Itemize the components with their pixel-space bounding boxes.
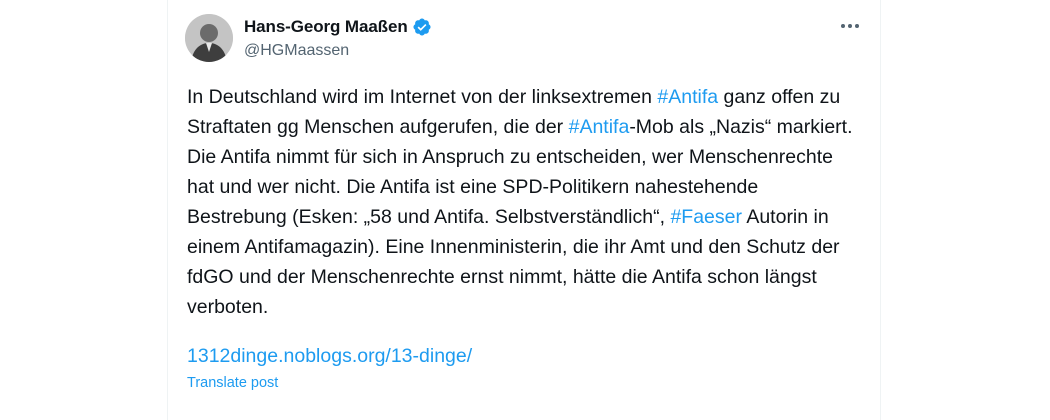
tweet-text: In Deutschland wird im Internet von der …: [187, 82, 857, 322]
more-horizontal-icon[interactable]: [838, 16, 862, 36]
author-display-name[interactable]: Hans-Georg Maaßen: [244, 17, 408, 37]
author-handle[interactable]: @HGMaassen: [244, 42, 349, 60]
hashtag-link[interactable]: #Antifa: [657, 86, 718, 108]
avatar[interactable]: [185, 14, 233, 62]
translate-post-link[interactable]: Translate post: [187, 373, 278, 393]
tweet-card: Hans-Georg Maaßen @HGMaassen In Deutschl…: [167, 0, 881, 420]
tweet-text-segment: In Deutschland wird im Internet von der …: [187, 86, 658, 108]
hashtag-link[interactable]: #Antifa: [569, 116, 630, 138]
verified-badge-icon[interactable]: [412, 17, 432, 37]
hashtag-link[interactable]: #Faeser: [670, 206, 742, 228]
tweet-url-link[interactable]: 1312dinge.noblogs.org/13-dinge/: [187, 341, 472, 371]
author-name-row[interactable]: Hans-Georg Maaßen: [244, 15, 432, 39]
